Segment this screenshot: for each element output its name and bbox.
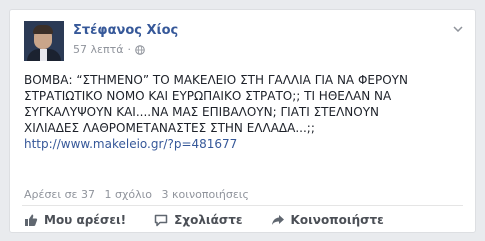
divider — [22, 205, 463, 206]
author-name[interactable]: Στέφανος Χίος — [73, 23, 178, 38]
share-button[interactable]: Κοινοποιήστε — [271, 213, 384, 227]
post-line: ΣΤΡΑΤΙΩΤΙΚΟ ΝΟΜΟ ΚΑΙ ΕΥΡΩΠΑΙΚΟ ΣΤΡΑΤΟ;; … — [24, 89, 392, 103]
share-label: Κοινοποιήστε — [290, 213, 384, 227]
action-bar: Μου αρέσει! Σχολιάστε Κοινοποιήστε — [24, 213, 412, 227]
globe-icon[interactable] — [135, 44, 145, 55]
like-button[interactable]: Μου αρέσει! — [24, 213, 126, 227]
shares-count[interactable]: 3 κοινοποιήσεις — [162, 188, 249, 201]
post-card: Στέφανος Χίος 57 λεπτά · ΒΟΜΒΑ: “ΣΤΗΜΕΝΟ… — [9, 9, 476, 233]
author-avatar[interactable] — [24, 21, 64, 61]
comment-button[interactable]: Σχολιάστε — [154, 213, 243, 227]
post-text: ΒΟΜΒΑ: “ΣΤΗΜΕΝΟ” ΤΟ ΜΑΚΕΛΕΙΟ ΣΤΗ ΓΑΛΛΙΑ … — [24, 72, 469, 152]
post-line: ΣΥΓΚΑΛΥΨΟΥΝ ΚΑΙ....ΝΑ ΜΑΣ ΕΠΙΒΑΛΟΥΝ; ΓΙΑ… — [24, 105, 380, 119]
share-icon — [271, 215, 284, 225]
post-link[interactable]: http://www.makeleio.gr/?p=481677 — [24, 136, 469, 152]
post-stats: Αρέσει σε 37 1 σχόλιο 3 κοινοποιήσεις — [24, 188, 255, 201]
post-meta: 57 λεπτά · — [73, 43, 145, 56]
like-label: Μου αρέσει! — [44, 213, 127, 227]
likes-count[interactable]: Αρέσει σε 37 — [24, 188, 95, 201]
thumbs-up-icon — [25, 214, 38, 226]
chevron-down-icon[interactable] — [453, 26, 463, 32]
post-line: ΧΙΛΙΑΔΕΣ ΛΑΘΡΟΜΕΤΑΝΑΣΤΕΣ ΣΤΗΝ ΕΛΛΑΔΑ...;… — [24, 121, 315, 135]
meta-separator: · — [127, 43, 131, 56]
comment-icon — [154, 214, 168, 227]
post-time[interactable]: 57 λεπτά — [73, 43, 123, 56]
comment-label: Σχολιάστε — [174, 213, 243, 227]
post-line: ΒΟΜΒΑ: “ΣΤΗΜΕΝΟ” ΤΟ ΜΑΚΕΛΕΙΟ ΣΤΗ ΓΑΛΛΙΑ … — [24, 73, 408, 87]
comments-count[interactable]: 1 σχόλιο — [105, 188, 153, 201]
